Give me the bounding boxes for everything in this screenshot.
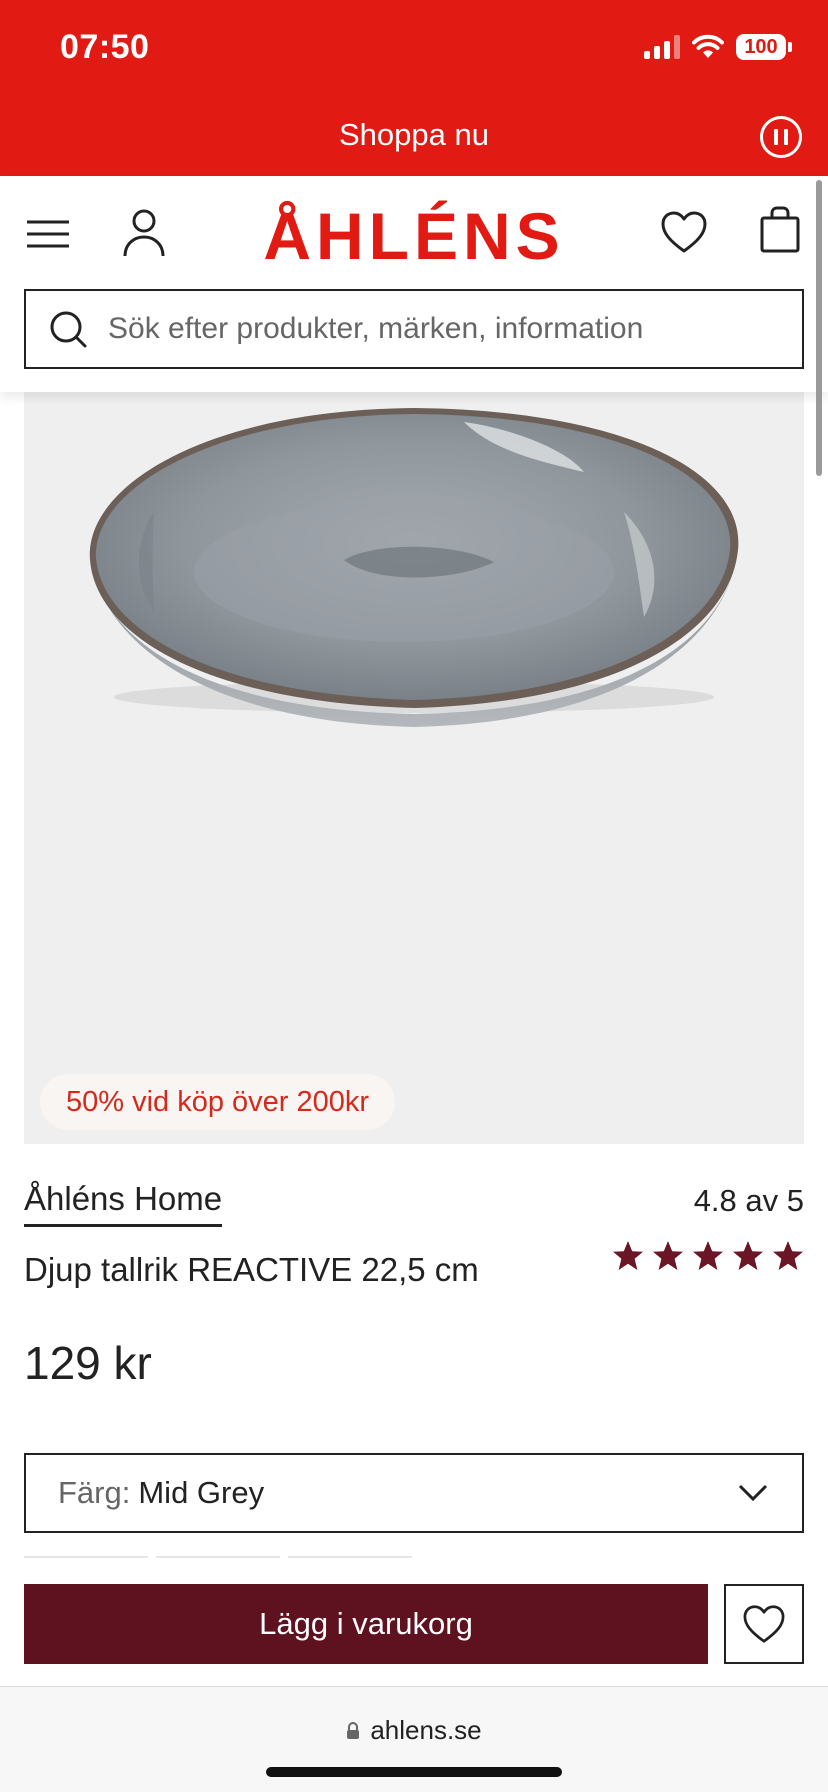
url-field[interactable]: ahlens.se — [0, 1715, 828, 1746]
color-select[interactable]: Färg: Mid Grey — [24, 1453, 804, 1533]
star-icon — [773, 1241, 803, 1270]
top-banner: 07:50 100 Shoppa nu — [0, 0, 828, 176]
rating-stars[interactable] — [612, 1240, 804, 1272]
star-icon — [613, 1241, 643, 1270]
site-header: ÅHLÉNS — [0, 176, 828, 392]
url-text: ahlens.se — [370, 1715, 482, 1745]
star-icon — [693, 1241, 723, 1270]
variant-tabs — [24, 1556, 412, 1558]
search-icon — [50, 311, 87, 348]
banner-text[interactable]: Shoppa nu — [0, 117, 828, 153]
product-image[interactable]: 50% vid köp över 200kr — [24, 392, 804, 1144]
heart-icon — [743, 1605, 785, 1643]
battery-level: 100 — [736, 34, 786, 60]
signal-icon — [644, 35, 680, 59]
wifi-icon — [692, 34, 724, 58]
browser-address-bar[interactable]: ahlens.se — [0, 1686, 828, 1792]
product-title: Djup tallrik REACTIVE 22,5 cm — [24, 1251, 479, 1288]
star-icon — [653, 1241, 683, 1270]
star-icon — [733, 1241, 763, 1270]
shopping-bag-icon[interactable] — [756, 204, 804, 256]
battery-icon: 100 — [736, 34, 792, 60]
search-bar[interactable] — [24, 289, 804, 369]
promo-badge: 50% vid köp över 200kr — [40, 1074, 396, 1130]
color-label: Färg: — [58, 1475, 131, 1510]
chevron-down-icon — [738, 1484, 768, 1502]
search-input[interactable] — [108, 312, 768, 346]
add-to-cart-button[interactable]: Lägg i varukorg — [24, 1584, 708, 1664]
home-indicator[interactable] — [266, 1767, 562, 1777]
brand-link[interactable]: Åhléns Home — [24, 1180, 223, 1227]
color-value: Mid Grey — [138, 1475, 265, 1510]
bowl-image — [89, 408, 739, 727]
page-scrollbar[interactable] — [816, 180, 822, 476]
product-price: 129 kr — [24, 1337, 152, 1389]
add-to-wishlist-button[interactable] — [724, 1584, 804, 1664]
lock-icon — [347, 1721, 360, 1739]
favorites-icon[interactable] — [658, 208, 710, 256]
rating-text: 4.8 av 5 — [693, 1183, 804, 1218]
status-icons: 100 — [644, 34, 792, 60]
pause-button[interactable] — [760, 116, 802, 158]
status-time: 07:50 — [60, 28, 150, 66]
